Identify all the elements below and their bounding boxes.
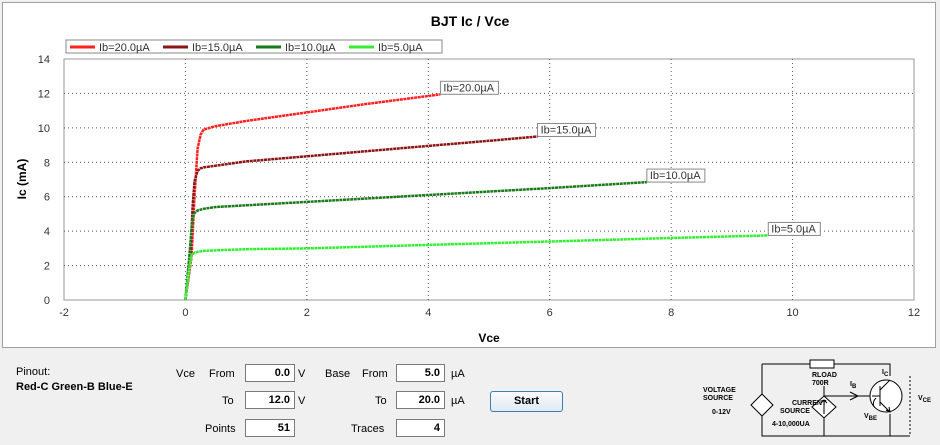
- base-from-unit: µA: [451, 368, 465, 380]
- points-label: Points: [205, 423, 236, 435]
- pinout-value: Red-C Green-B Blue-E: [16, 381, 133, 393]
- chart-title: BJT Ic / Vce: [431, 13, 510, 29]
- vce-from-unit: V: [298, 368, 306, 380]
- y-tick-label: 0: [44, 295, 50, 307]
- vce-schematic-label: VCE: [918, 395, 931, 404]
- current-source-label-1: CURRENT: [792, 400, 827, 407]
- voltage-range-label: 0-12V: [712, 409, 731, 416]
- bjt-chart: BJT Ic / Vce -2 0 2 4 6 8 10 12 0 2 4 6 8 10 12 14 Ib=2…: [15, 13, 920, 345]
- x-tick-label: 4: [425, 307, 431, 319]
- pinout-label: Pinout:: [16, 366, 51, 378]
- y-tick-label: 2: [44, 261, 50, 273]
- vce-to-input[interactable]: 12.0: [245, 391, 295, 409]
- start-button[interactable]: Start: [490, 391, 563, 412]
- x-tick-label: 6: [547, 307, 553, 319]
- y-tick-label: 12: [38, 88, 50, 100]
- rload-icon: [809, 359, 835, 369]
- y-axis-label: Ic (mA): [15, 159, 29, 200]
- voltage-source-icon: [750, 393, 774, 417]
- legend-entry: Ib=15.0µA: [192, 42, 243, 54]
- x-tick-label: -2: [59, 307, 69, 319]
- y-tick-label: 6: [44, 192, 50, 204]
- series-end-label: Ib=15.0µA: [541, 124, 592, 136]
- chart-panel: BJT Ic / Vce -2 0 2 4 6 8 10 12 0 2 4 6 8 10 12 14 Ib=2…: [2, 2, 936, 348]
- ib-label: IB: [850, 381, 857, 390]
- x-tick-label: 0: [182, 307, 188, 319]
- base-to-input[interactable]: 20.0: [396, 391, 445, 409]
- base-from-label: From: [362, 368, 388, 380]
- y-tick-label: 14: [38, 54, 50, 66]
- series-end-label: Ib=20.0µA: [443, 82, 494, 94]
- x-tick-label: 12: [908, 307, 920, 319]
- vce-label: Vce: [176, 368, 195, 380]
- legend-entry: Ib=5.0µA: [378, 42, 423, 54]
- vbe-label: VBE: [864, 413, 877, 422]
- base-to-unit: µA: [451, 395, 465, 407]
- circuit-schematic: VOLTAGE SOURCE 0-12V CURRENT SOURCE 4-10…: [703, 359, 931, 437]
- base-label: Base: [325, 368, 351, 380]
- rload-label-1: RLOAD: [812, 372, 837, 379]
- vce-from-input[interactable]: 0.0: [245, 364, 295, 382]
- traces-input[interactable]: 4: [396, 419, 445, 437]
- x-tick-label: 8: [668, 307, 674, 319]
- y-tick-label: 10: [38, 123, 50, 135]
- voltage-source-label-2: SOURCE: [703, 395, 733, 402]
- y-tick-label: 4: [44, 226, 50, 238]
- traces-label: Traces: [351, 423, 385, 435]
- legend-entry: Ib=20.0µA: [99, 42, 150, 54]
- current-source-label-2: SOURCE: [780, 408, 810, 415]
- base-to-label: To: [375, 395, 387, 407]
- x-tick-label: 2: [304, 307, 310, 319]
- rload-label-2: 700R: [812, 380, 829, 387]
- vce-to-label: To: [222, 395, 234, 407]
- x-tick-label: 10: [786, 307, 798, 319]
- vce-from-label: From: [209, 368, 235, 380]
- x-axis-label: Vce: [478, 331, 500, 345]
- base-from-input[interactable]: 5.0: [396, 364, 445, 382]
- points-input[interactable]: 51: [245, 419, 295, 437]
- current-range-label: 4-10,000UA: [772, 421, 810, 428]
- vce-to-unit: V: [298, 395, 306, 407]
- series-end-label: Ib=5.0µA: [771, 223, 816, 235]
- voltage-source-label-1: VOLTAGE: [703, 387, 736, 394]
- ic-label: IC: [882, 369, 889, 378]
- legend-entry: Ib=10.0µA: [285, 42, 336, 54]
- series-end-label: Ib=10.0µA: [650, 170, 701, 182]
- y-tick-label: 8: [44, 157, 50, 169]
